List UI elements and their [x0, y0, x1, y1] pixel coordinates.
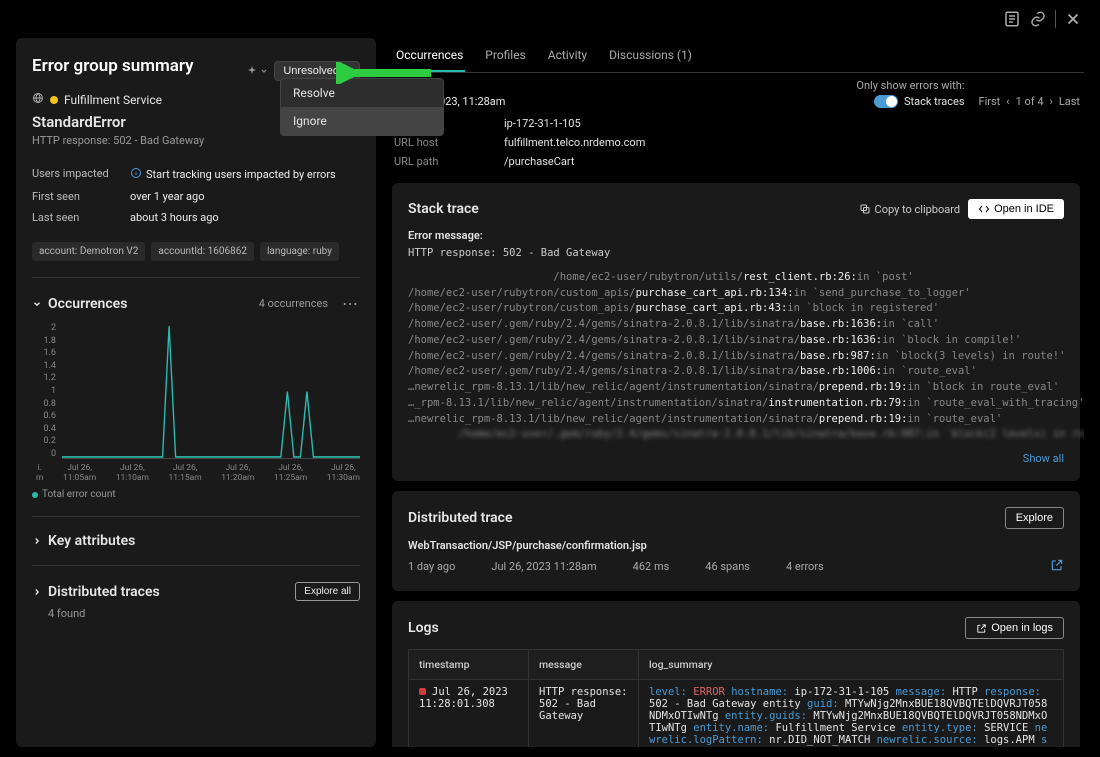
- notes-icon[interactable]: [1003, 10, 1021, 28]
- chart-legend: Total error count: [32, 489, 360, 500]
- annotation-arrow: [336, 62, 436, 84]
- divider: [1055, 10, 1056, 28]
- error-message: HTTP response: 502 - Bad Gateway: [408, 246, 1064, 262]
- status-dot-icon: [50, 96, 58, 104]
- status-dropdown: Resolve Ignore: [280, 78, 444, 136]
- occurrences-chart: 2 1.8 1.6 1.4 1.2 1 0.8 0.6 0.4 0.2 0 i.…: [32, 323, 360, 483]
- pager-next-icon[interactable]: ›: [1050, 95, 1053, 108]
- error-dot-icon: [419, 688, 426, 695]
- logs-table: timestamp message log_summary Jul 26, 20…: [408, 649, 1064, 747]
- more-icon[interactable]: ⋯: [342, 294, 360, 313]
- tab-discussions[interactable]: Discussions (1): [607, 40, 694, 72]
- url-path-key: URL path: [394, 155, 504, 168]
- trace-line: /home/ec2-user/.gem/ruby/2.4/gems/sinatr…: [408, 364, 1064, 380]
- explore-all-button[interactable]: Explore all: [295, 582, 360, 601]
- traces-found: 4 found: [32, 607, 360, 620]
- trace-line: /home/ec2-user/rubytron/custom_apis/purc…: [408, 301, 1064, 317]
- tag[interactable]: language: ruby: [260, 242, 339, 261]
- stack-traces-toggle[interactable]: [874, 95, 898, 108]
- col-timestamp: timestamp: [409, 650, 529, 680]
- tag[interactable]: accountId: 1606862: [151, 242, 254, 261]
- occurrences-count: 4 occurrences: [259, 297, 328, 310]
- trace-ts: Jul 26, 2023 11:28am: [491, 560, 596, 573]
- url-host-key: URL host: [394, 136, 504, 149]
- only-show-label: Only show errors with:: [856, 79, 964, 92]
- page-title: Error group summary: [32, 56, 194, 76]
- pager: First ‹ 1 of 4 › Last: [979, 95, 1081, 108]
- tab-activity[interactable]: Activity: [546, 40, 589, 72]
- trace-line: …_rpm-8.13.1/lib/new_relic/agent/instrum…: [408, 396, 1064, 412]
- chart-y-axis: 2 1.8 1.6 1.4 1.2 1 0.8 0.6 0.4 0.2 0: [32, 323, 56, 459]
- logs-card: Logs Open in logs timestamp message log_…: [392, 601, 1080, 747]
- last-seen-key: Last seen: [32, 211, 118, 224]
- pager-last[interactable]: Last: [1059, 95, 1080, 108]
- stack-trace-lines: /home/ec2-user/rubytron/utils/rest_clien…: [408, 270, 1064, 428]
- chevron-down-icon: [32, 299, 42, 309]
- distributed-trace-title: Distributed trace: [408, 510, 512, 526]
- users-impacted-key: Users impacted: [32, 167, 118, 182]
- col-summary: log_summary: [639, 650, 1064, 680]
- trace-line: /home/ec2-user/rubytron/utils/rest_clien…: [408, 270, 1064, 286]
- close-icon[interactable]: [1064, 10, 1082, 28]
- tabs: Occurrences Profiles Activity Discussion…: [390, 38, 1084, 73]
- trace-spans: 46 spans: [705, 560, 750, 573]
- tab-profiles[interactable]: Profiles: [483, 40, 528, 72]
- trace-line: …newrelic_rpm-8.13.1/lib/new_relic/agent…: [408, 412, 1064, 428]
- info-icon: [130, 167, 142, 182]
- trace-errors: 4 errors: [786, 560, 824, 573]
- link-icon[interactable]: [1029, 10, 1047, 28]
- distributed-traces-header[interactable]: Distributed traces Explore all: [32, 582, 360, 601]
- trace-line: /home/ec2-user/.gem/ruby/2.4/gems/sinatr…: [408, 349, 1064, 365]
- service-name: Fulfillment Service: [64, 93, 162, 107]
- globe-icon: [32, 92, 44, 107]
- logs-title: Logs: [408, 620, 439, 636]
- first-seen-key: First seen: [32, 190, 118, 203]
- open-trace-icon[interactable]: [1050, 558, 1064, 575]
- pager-first[interactable]: First: [979, 95, 1001, 108]
- open-in-logs-button[interactable]: Open in logs: [965, 617, 1064, 639]
- dropdown-ignore[interactable]: Ignore: [281, 107, 443, 135]
- trace-duration: 462 ms: [633, 560, 670, 573]
- distributed-trace-card: Distributed trace Explore WebTransaction…: [392, 491, 1080, 591]
- tag[interactable]: account: Demotron V2: [32, 242, 145, 261]
- pager-position: 1 of 4: [1016, 95, 1044, 108]
- chevron-right-icon: [32, 587, 42, 597]
- trace-line: /home/ec2-user/rubytron/custom_apis/purc…: [408, 286, 1064, 302]
- stack-trace-card: Stack trace Copy to clipboard Open in ID…: [392, 183, 1080, 481]
- explore-button[interactable]: Explore: [1005, 507, 1064, 529]
- users-impacted-val: Start tracking users impacted by errors: [146, 168, 336, 181]
- pager-prev-icon[interactable]: ‹: [1006, 95, 1009, 108]
- distributed-traces-title: Distributed traces: [48, 584, 160, 600]
- summary-panel: Error group summary Unresolved Fulfillme…: [16, 38, 376, 747]
- last-seen-val: about 3 hours ago: [130, 211, 219, 224]
- occurrences-header[interactable]: Occurrences 4 occurrences ⋯: [32, 294, 360, 313]
- trace-line: …newrelic_rpm-8.13.1/lib/new_relic/agent…: [408, 380, 1064, 396]
- first-seen-val: over 1 year ago: [130, 190, 205, 203]
- url-host-val: fulfillment.telco.nrdemo.com: [504, 136, 645, 149]
- chart-x-axis: i.m Jul 26,11:05am Jul 26,11:10am Jul 26…: [62, 463, 360, 483]
- col-message: message: [529, 650, 639, 680]
- chevron-right-icon: [32, 536, 42, 546]
- trace-age: 1 day ago: [408, 560, 455, 573]
- transaction-name: WebTransaction/JSP/purchase/confirmation…: [408, 539, 1064, 552]
- tag-row: account: Demotron V2 accountId: 1606862 …: [32, 242, 360, 261]
- key-attributes-header[interactable]: Key attributes: [32, 533, 360, 549]
- trace-line: /home/ec2-user/.gem/ruby/2.4/gems/sinatr…: [408, 317, 1064, 333]
- trace-line: /home/ec2-user/.gem/ruby/2.4/gems/sinatr…: [408, 333, 1064, 349]
- log-row[interactable]: Jul 26, 2023 11:28:01.308HTTP response: …: [409, 680, 1064, 748]
- stack-trace-title: Stack trace: [408, 201, 479, 217]
- url-path-val: /purchaseCart: [504, 155, 574, 168]
- host-val: ip-172-31-1-105: [504, 117, 581, 130]
- key-attributes-title: Key attributes: [48, 533, 135, 549]
- stack-traces-label: Stack traces: [904, 95, 965, 108]
- open-in-ide-button[interactable]: Open in IDE: [968, 199, 1064, 219]
- occurrences-title: Occurrences: [48, 296, 127, 312]
- error-message-label: Error message:: [408, 229, 1064, 242]
- blurred-trace-line: /home/ec2-user/.gem/ruby/2.4/gems/sinatr…: [408, 427, 1064, 443]
- show-all-link[interactable]: Show all: [1023, 452, 1064, 465]
- copy-clipboard-button[interactable]: Copy to clipboard: [859, 203, 961, 216]
- ai-icon[interactable]: [246, 65, 268, 77]
- status-label: Unresolved: [283, 65, 339, 77]
